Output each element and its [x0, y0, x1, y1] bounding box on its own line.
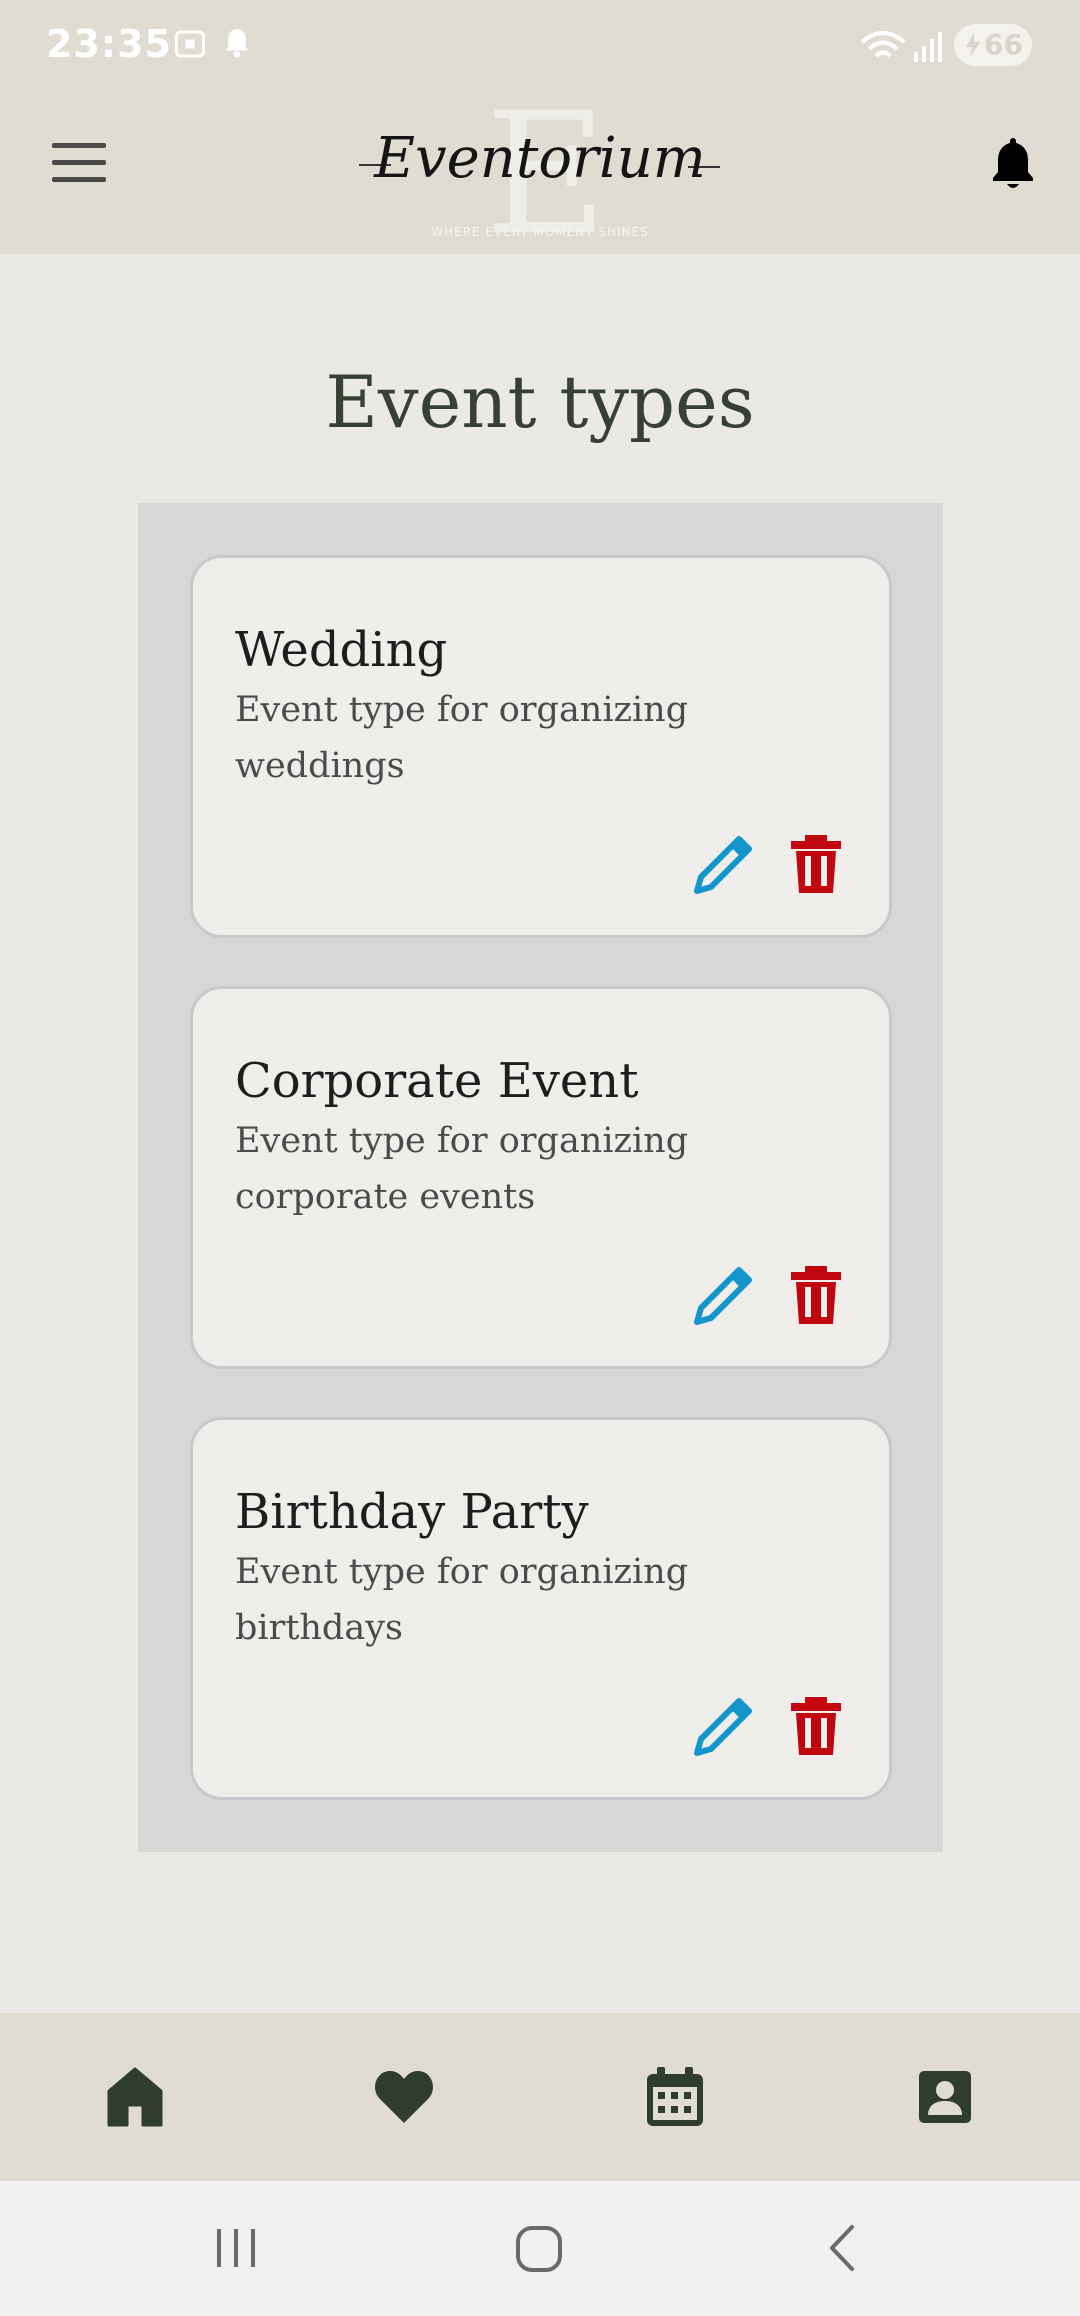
app-logo: E Eventorium WHERE EVERY MOMENT SHINES — [355, 90, 725, 258]
event-type-name: Birthday Party — [235, 1484, 589, 1540]
back-icon — [830, 2225, 854, 2271]
trash-icon — [791, 1266, 841, 1324]
battery-charging-icon — [966, 33, 980, 57]
page-title: Event types — [325, 360, 755, 444]
notification-bell-icon — [225, 29, 249, 58]
logo-text: Eventorium — [374, 126, 706, 191]
trash-icon — [791, 835, 841, 893]
status-time: 23:35 — [46, 22, 172, 66]
system-nav-bar — [0, 2181, 1080, 2316]
pencil-icon — [694, 1267, 752, 1325]
menu-icon — [52, 143, 106, 182]
pencil-icon — [694, 1698, 752, 1756]
event-type-card-corporate-event: Corporate Event Event type for organizin… — [190, 986, 892, 1369]
event-type-description: Event type for organizing corporate even… — [235, 1121, 689, 1217]
edit-button[interactable] — [693, 833, 753, 895]
event-type-card-birthday-party: Birthday Party Event type for organizing… — [190, 1417, 892, 1800]
event-type-description: Event type for organizing weddings — [235, 690, 689, 786]
system-home-button[interactable] — [515, 2223, 563, 2277]
delete-button[interactable] — [789, 1264, 843, 1326]
delete-button[interactable] — [789, 833, 843, 895]
battery-indicator: 66 — [954, 24, 1032, 66]
pencil-icon — [694, 836, 752, 894]
home-icon — [107, 2067, 163, 2127]
home-circle-icon — [516, 2226, 562, 2272]
heart-icon — [375, 2071, 433, 2123]
nav-home[interactable] — [103, 2065, 167, 2129]
calendar-icon — [647, 2067, 703, 2126]
wifi-icon — [860, 31, 906, 58]
nav-calendar[interactable] — [643, 2065, 707, 2129]
app-header: E Eventorium WHERE EVERY MOMENT SHINES — [0, 90, 1080, 258]
screenshot-icon — [175, 30, 205, 58]
signal-icon — [914, 32, 942, 62]
event-type-card-wedding: Wedding Event type for organizing weddin… — [190, 555, 892, 938]
event-type-name: Wedding — [235, 622, 448, 678]
system-back-button[interactable] — [824, 2223, 860, 2277]
recents-button[interactable] — [214, 2223, 258, 2275]
nav-profile[interactable] — [913, 2065, 977, 2129]
event-type-name: Corporate Event — [235, 1053, 639, 1109]
recents-icon — [217, 2229, 255, 2267]
menu-button[interactable] — [52, 143, 106, 183]
trash-icon — [791, 1697, 841, 1755]
contact-card-icon — [919, 2071, 971, 2123]
battery-level: 66 — [984, 28, 1023, 61]
delete-button[interactable] — [789, 1695, 843, 1757]
logo-tagline: WHERE EVERY MOMENT SHINES — [431, 225, 649, 239]
nav-favorites[interactable] — [372, 2065, 436, 2129]
bottom-nav — [0, 2013, 1080, 2181]
bell-icon — [993, 138, 1033, 188]
edit-button[interactable] — [693, 1695, 753, 1757]
event-type-description: Event type for organizing birthdays — [235, 1552, 689, 1648]
edit-button[interactable] — [693, 1264, 753, 1326]
notifications-button[interactable] — [988, 136, 1038, 192]
event-types-list: Wedding Event type for organizing weddin… — [138, 503, 943, 1852]
